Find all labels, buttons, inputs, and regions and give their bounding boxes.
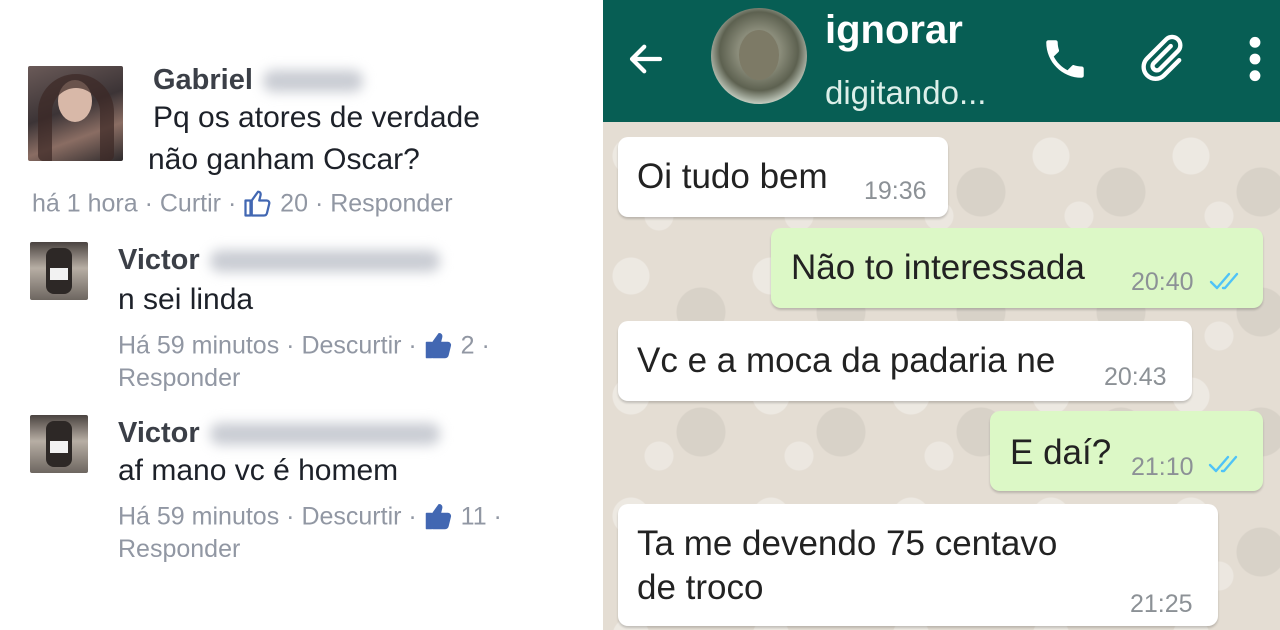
meta-separator: · bbox=[493, 502, 502, 531]
meta-separator: · bbox=[408, 502, 417, 531]
thumbs-up-icon[interactable] bbox=[243, 189, 273, 218]
like-link[interactable]: Curtir bbox=[160, 189, 221, 217]
commenter-name[interactable]: Victor bbox=[118, 242, 200, 278]
message-text: E daí? bbox=[1010, 433, 1112, 472]
comment-victor-2: Victor af mano vc é homem Há 59 minutos … bbox=[0, 403, 603, 583]
avatar[interactable] bbox=[30, 415, 88, 473]
message-time: 19:36 bbox=[864, 177, 927, 205]
facebook-comments-panel: Gabriel Pq os atores de verdade não ganh… bbox=[0, 0, 603, 630]
message-time: 21:25 bbox=[1130, 590, 1193, 618]
blurred-surname bbox=[262, 70, 363, 93]
comment-text-line2: não ganham Oscar? bbox=[148, 143, 420, 176]
thumbs-up-icon[interactable] bbox=[424, 502, 454, 530]
like-count[interactable]: 20 bbox=[280, 189, 308, 217]
message-time: 20:40 bbox=[1131, 268, 1194, 296]
contact-avatar[interactable] bbox=[711, 8, 807, 104]
avatar[interactable] bbox=[28, 66, 123, 161]
blurred-surname bbox=[209, 423, 440, 446]
phone-icon[interactable] bbox=[1040, 34, 1090, 84]
comment-time[interactable]: Há 59 minutos bbox=[118, 331, 279, 359]
paperclip-icon[interactable] bbox=[1135, 32, 1187, 84]
whatsapp-chat-panel: ignorar digitando... Oi tudo bem 19:36 N… bbox=[603, 0, 1280, 630]
comment-meta: Há 59 minutos · Descurtir · 2 · bbox=[118, 326, 490, 363]
like-count[interactable]: 2 bbox=[461, 331, 475, 359]
thumbs-up-icon[interactable] bbox=[424, 331, 454, 359]
reply-link[interactable]: Responder bbox=[118, 362, 240, 394]
incoming-message[interactable]: Ta me devendo 75 centavo de troco 21:25 bbox=[618, 504, 1218, 626]
meta-separator: · bbox=[286, 502, 295, 531]
typing-status: digitando... bbox=[825, 74, 987, 111]
more-vert-icon[interactable] bbox=[1243, 34, 1267, 84]
back-arrow-icon[interactable] bbox=[625, 38, 667, 80]
read-receipt-icon bbox=[1209, 272, 1239, 290]
comment-time[interactable]: Há 59 minutos bbox=[118, 502, 279, 530]
commenter-name[interactable]: Victor bbox=[118, 415, 200, 451]
comment-text: n sei linda bbox=[118, 283, 254, 316]
incoming-message[interactable]: Oi tudo bem 19:36 bbox=[618, 137, 948, 217]
contact-name[interactable]: ignorar bbox=[825, 8, 963, 53]
unlike-link[interactable]: Descurtir bbox=[301, 331, 401, 359]
comment-victor-1: Victor n sei linda Há 59 minutos · Descu… bbox=[0, 230, 603, 400]
message-text: Oi tudo bem bbox=[637, 157, 828, 196]
message-text: Vc e a moca da padaria ne bbox=[637, 341, 1056, 380]
chat-header: ignorar digitando... bbox=[603, 0, 1280, 122]
meta-separator: · bbox=[481, 331, 490, 360]
comment-meta: Há 59 minutos · Descurtir · 11 · bbox=[118, 497, 502, 534]
message-text: Ta me devendo 75 centavo bbox=[637, 524, 1058, 563]
comment-text: Pq os atores de verdade bbox=[153, 101, 480, 134]
outgoing-message[interactable]: E daí? 21:10 bbox=[990, 411, 1263, 491]
comment-meta: há 1 hora · Curtir · 20 · Responder bbox=[32, 186, 453, 219]
blurred-surname bbox=[209, 250, 440, 273]
comment-time[interactable]: há 1 hora bbox=[32, 189, 138, 217]
meta-separator: · bbox=[286, 331, 295, 360]
read-receipt-icon bbox=[1208, 455, 1238, 473]
comment-gabriel: Gabriel Pq os atores de verdade não ganh… bbox=[0, 0, 603, 230]
like-count[interactable]: 11 bbox=[461, 502, 487, 530]
incoming-message[interactable]: Vc e a moca da padaria ne 20:43 bbox=[618, 321, 1192, 401]
meta-separator: · bbox=[227, 189, 237, 218]
message-text: Não to interessada bbox=[791, 248, 1085, 287]
outgoing-message[interactable]: Não to interessada 20:40 bbox=[771, 228, 1263, 308]
commenter-name[interactable]: Gabriel bbox=[153, 62, 253, 98]
meta-separator: · bbox=[408, 331, 417, 360]
meta-separator: · bbox=[314, 189, 324, 218]
meta-separator: · bbox=[144, 189, 153, 218]
message-text-line2: de troco bbox=[637, 568, 764, 607]
message-time: 21:10 bbox=[1131, 453, 1194, 481]
message-time: 20:43 bbox=[1104, 363, 1167, 391]
unlike-link[interactable]: Descurtir bbox=[301, 502, 401, 530]
comment-text: af mano vc é homem bbox=[118, 454, 399, 487]
avatar[interactable] bbox=[30, 242, 88, 300]
reply-link[interactable]: Responder bbox=[118, 533, 240, 565]
reply-link[interactable]: Responder bbox=[330, 189, 452, 217]
